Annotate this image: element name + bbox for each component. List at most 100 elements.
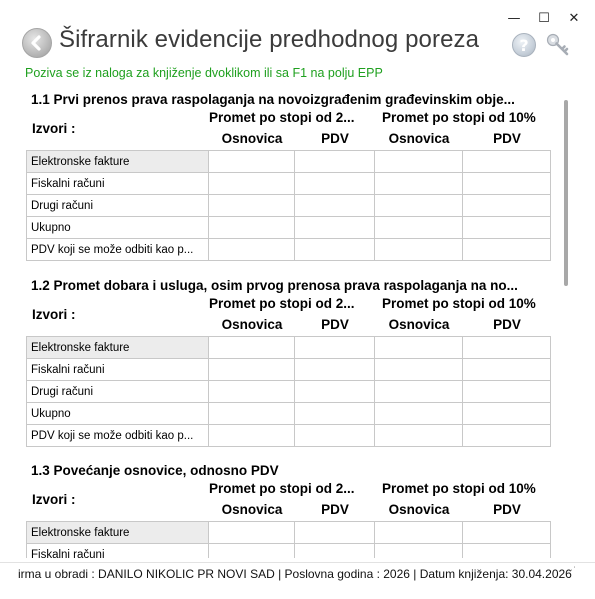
cell[interactable] [462,402,551,425]
cell[interactable] [374,194,463,217]
cell[interactable] [462,543,551,558]
cell[interactable] [462,358,551,381]
cell[interactable] [374,380,463,403]
cell[interactable] [374,172,463,195]
hint-text: Poziva se iz naloga za knjiženje dvoklik… [25,66,383,80]
window-controls: — ☐ ✕ [499,8,589,28]
help-icon[interactable]: ? [512,33,536,57]
scrollbar-thumb[interactable] [564,100,568,286]
cell[interactable] [208,150,295,173]
col-osnovica: Osnovica [388,502,450,517]
cell[interactable] [208,380,295,403]
row-label: Ukupno [26,402,209,425]
cell[interactable] [294,150,375,173]
group-header-rate-10: Promet po stopi od 10% [382,296,536,311]
cell[interactable] [294,521,375,544]
minimize-button[interactable]: — [499,8,529,28]
cell[interactable] [208,216,295,239]
table-row[interactable]: Elektronske fakture [26,150,551,173]
table-row[interactable]: Drugi računi [26,194,551,217]
cell[interactable] [462,336,551,359]
cell[interactable] [294,238,375,261]
table-row[interactable]: Drugi računi [26,380,551,403]
cell[interactable] [374,216,463,239]
cell[interactable] [374,402,463,425]
cell[interactable] [208,238,295,261]
table-row[interactable]: PDV koji se može odbiti kao p... [26,424,551,447]
cell[interactable] [208,358,295,381]
cell[interactable] [294,424,375,447]
section-1-3: 1.3 Povećanje osnovice, odnosno PDV Izvo… [26,463,552,558]
section-title: 1.2 Promet dobara i usluga, osim prvog p… [31,278,518,293]
cell[interactable] [208,194,295,217]
col-pdv: PDV [493,317,521,332]
col-osnovica: Osnovica [388,317,450,332]
vertical-scrollbar[interactable] [562,100,571,556]
cell[interactable] [294,194,375,217]
maximize-button[interactable]: ☐ [529,8,559,28]
cell[interactable] [374,336,463,359]
cell[interactable] [208,336,295,359]
cell[interactable] [374,543,463,558]
section-title: 1.3 Povećanje osnovice, odnosno PDV [31,463,279,478]
cell[interactable] [462,238,551,261]
cell[interactable] [294,380,375,403]
close-button[interactable]: ✕ [559,8,589,28]
cell[interactable] [462,150,551,173]
table-row[interactable]: Fiskalni računi [26,172,551,195]
row-label: Elektronske fakture [26,521,209,544]
table-row[interactable]: Ukupno [26,216,551,239]
row-label: Fiskalni računi [26,358,209,381]
cell[interactable] [462,216,551,239]
row-label: PDV koji se može odbiti kao p... [26,238,209,261]
data-grid: Elektronske fakture Fiskalni računi Drug… [26,150,551,261]
status-bar: irma u obradi : DANILO NIKOLIC PR NOVI S… [0,562,595,584]
section-title: 1.1 Prvi prenos prava raspolaganja na no… [31,92,515,107]
col-pdv: PDV [493,502,521,517]
col-pdv: PDV [321,317,349,332]
row-label: Elektronske fakture [26,336,209,359]
col-pdv: PDV [321,502,349,517]
col-pdv: PDV [321,131,349,146]
cell[interactable] [374,150,463,173]
cell[interactable] [374,521,463,544]
cell[interactable] [208,402,295,425]
content-area: 1.1 Prvi prenos prava raspolaganja na no… [26,86,552,558]
row-label: Ukupno [26,216,209,239]
col-pdv: PDV [493,131,521,146]
cell[interactable] [294,336,375,359]
cell[interactable] [294,543,375,558]
section-1-2: 1.2 Promet dobara i usluga, osim prvog p… [26,278,552,458]
row-label: Fiskalni računi [26,172,209,195]
cell[interactable] [208,543,295,558]
table-row[interactable]: Fiskalni računi [26,543,551,558]
table-row[interactable]: Elektronske fakture [26,521,551,544]
back-button[interactable] [22,28,52,58]
cell[interactable] [462,521,551,544]
cell[interactable] [462,424,551,447]
cell[interactable] [208,424,295,447]
table-row[interactable]: Fiskalni računi [26,358,551,381]
cell[interactable] [374,358,463,381]
group-header-rate-10: Promet po stopi od 10% [382,481,536,496]
cell[interactable] [374,238,463,261]
back-arrow-icon [31,35,41,51]
table-row[interactable]: Ukupno [26,402,551,425]
cell[interactable] [294,172,375,195]
cell[interactable] [462,380,551,403]
cell[interactable] [374,424,463,447]
table-row[interactable]: PDV koji se može odbiti kao p... [26,238,551,261]
row-label: Drugi računi [26,194,209,217]
col-osnovica: Osnovica [221,131,283,146]
key-icon[interactable] [545,32,571,58]
group-header-rate-2: Promet po stopi od 2... [209,110,355,125]
resize-grip-icon[interactable]: ⋰ [567,567,579,581]
cell[interactable] [208,172,295,195]
cell[interactable] [294,216,375,239]
table-row[interactable]: Elektronske fakture [26,336,551,359]
cell[interactable] [208,521,295,544]
cell[interactable] [294,358,375,381]
cell[interactable] [462,172,551,195]
cell[interactable] [294,402,375,425]
cell[interactable] [462,194,551,217]
